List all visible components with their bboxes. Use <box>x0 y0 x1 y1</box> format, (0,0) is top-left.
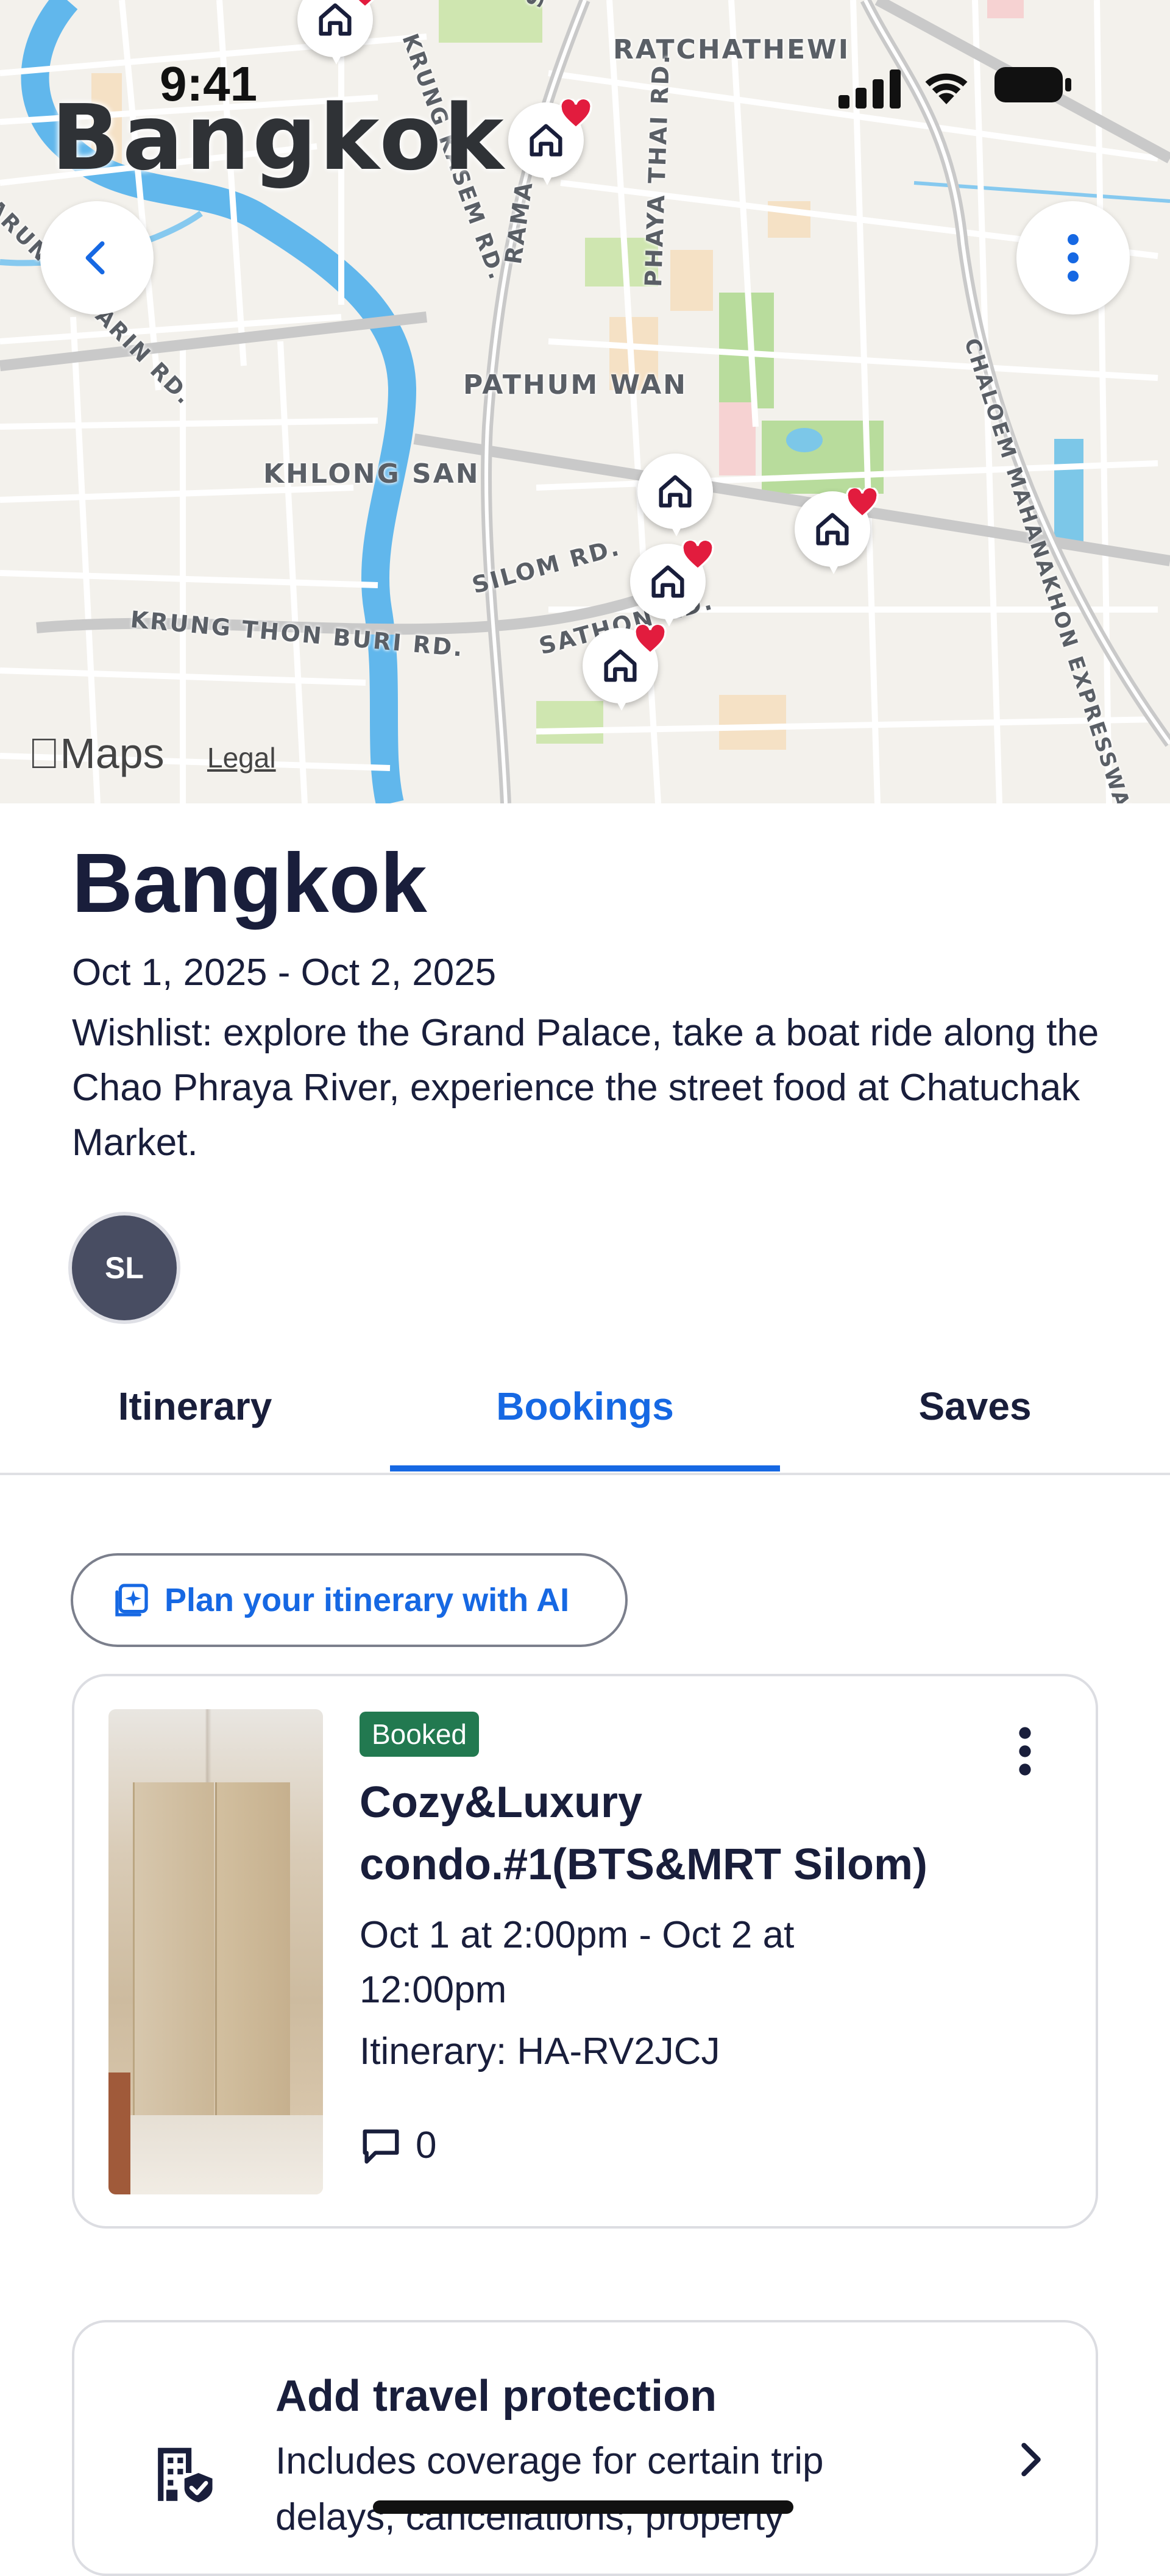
ai-sparkle-icon <box>115 1584 148 1617</box>
battery-icon <box>994 67 1071 102</box>
heart-icon <box>634 624 667 655</box>
plan-itinerary-ai-label: Plan your itinerary with AI <box>165 1582 570 1618</box>
travel-protection-description: Includes coverage for certain trip delay… <box>275 2440 824 2538</box>
travel-protection-title: Add travel protection <box>275 2372 717 2421</box>
booking-itinerary-number: Itinerary: HA-RV2JCJ <box>360 2030 720 2073</box>
heart-icon <box>355 0 375 9</box>
tab-divider <box>0 1473 1170 1475</box>
plan-itinerary-ai-button[interactable]: Plan your itinerary with AI <box>71 1553 628 1647</box>
chevron-left-icon <box>85 241 105 275</box>
property-pin[interactable] <box>508 99 592 194</box>
booking-photo <box>108 1709 323 2194</box>
booking-comments[interactable]: 0 <box>360 2124 436 2167</box>
property-pin[interactable] <box>630 540 714 635</box>
trip-title: Bangkok <box>72 836 427 930</box>
avatar[interactable]: SL <box>72 1215 177 1320</box>
maps-attribution: Maps <box>28 730 165 777</box>
property-pin[interactable] <box>795 488 879 583</box>
heart-icon <box>559 99 592 129</box>
travel-protection-card[interactable]: Add travel protection Includes coverage … <box>72 2320 1098 2576</box>
booking-name: Cozy&Luxury condo.#1(BTS&MRT Silom) <box>360 1778 927 1889</box>
booking-dates: Oct 1 at 2:00pm - Oct 2 at 12:00pm <box>360 1914 795 2011</box>
property-pin[interactable] <box>297 0 377 73</box>
house-icon <box>659 475 692 508</box>
heart-icon <box>681 540 714 571</box>
chevron-right-icon <box>1021 2443 1041 2477</box>
wifi-icon <box>925 73 968 104</box>
more-vertical-icon <box>1068 234 1079 282</box>
trip-description: Wishlist: explore the Grand Palace, take… <box>72 1012 1099 1164</box>
trip-dates: Oct 1, 2025 - Oct 2, 2025 <box>72 952 497 994</box>
tab-bookings[interactable]: Bookings <box>390 1384 780 1439</box>
map-view[interactable]: RATCHATHEWI PATHUM WAN KHLONG SAN KRUNG … <box>0 0 1170 803</box>
back-button[interactable] <box>40 201 154 315</box>
property-pin[interactable] <box>637 454 717 545</box>
comment-icon <box>363 2129 399 2163</box>
map-area-label: KHLONG SAN <box>263 458 480 489</box>
map-city-label: Bangkok <box>51 85 506 190</box>
more-options-button[interactable] <box>1016 201 1130 315</box>
status-badge: Booked <box>360 1712 480 1757</box>
apple-logo-icon:  <box>28 730 60 777</box>
booking-more-button[interactable] <box>1001 1718 1049 1785</box>
more-vertical-icon <box>1019 1727 1031 1776</box>
tab-itinerary[interactable]: Itinerary <box>0 1384 390 1439</box>
heart-icon <box>846 488 879 518</box>
map-area-label: PATHUM WAN <box>463 369 687 400</box>
cellular-signal-icon <box>838 69 901 109</box>
maps-legal-link[interactable]: Legal <box>207 741 276 774</box>
home-indicator[interactable] <box>373 2500 793 2514</box>
property-pin[interactable] <box>583 624 667 719</box>
active-tab-indicator <box>390 1465 780 1471</box>
booking-card[interactable]: Booked Cozy&Luxury condo.#1(BTS&MRT Silo… <box>72 1674 1098 2229</box>
tab-saves[interactable]: Saves <box>780 1384 1170 1439</box>
comment-count: 0 <box>416 2124 437 2166</box>
status-bar-time: 9:41 <box>160 57 258 111</box>
building-shield-icon <box>158 2447 213 2503</box>
